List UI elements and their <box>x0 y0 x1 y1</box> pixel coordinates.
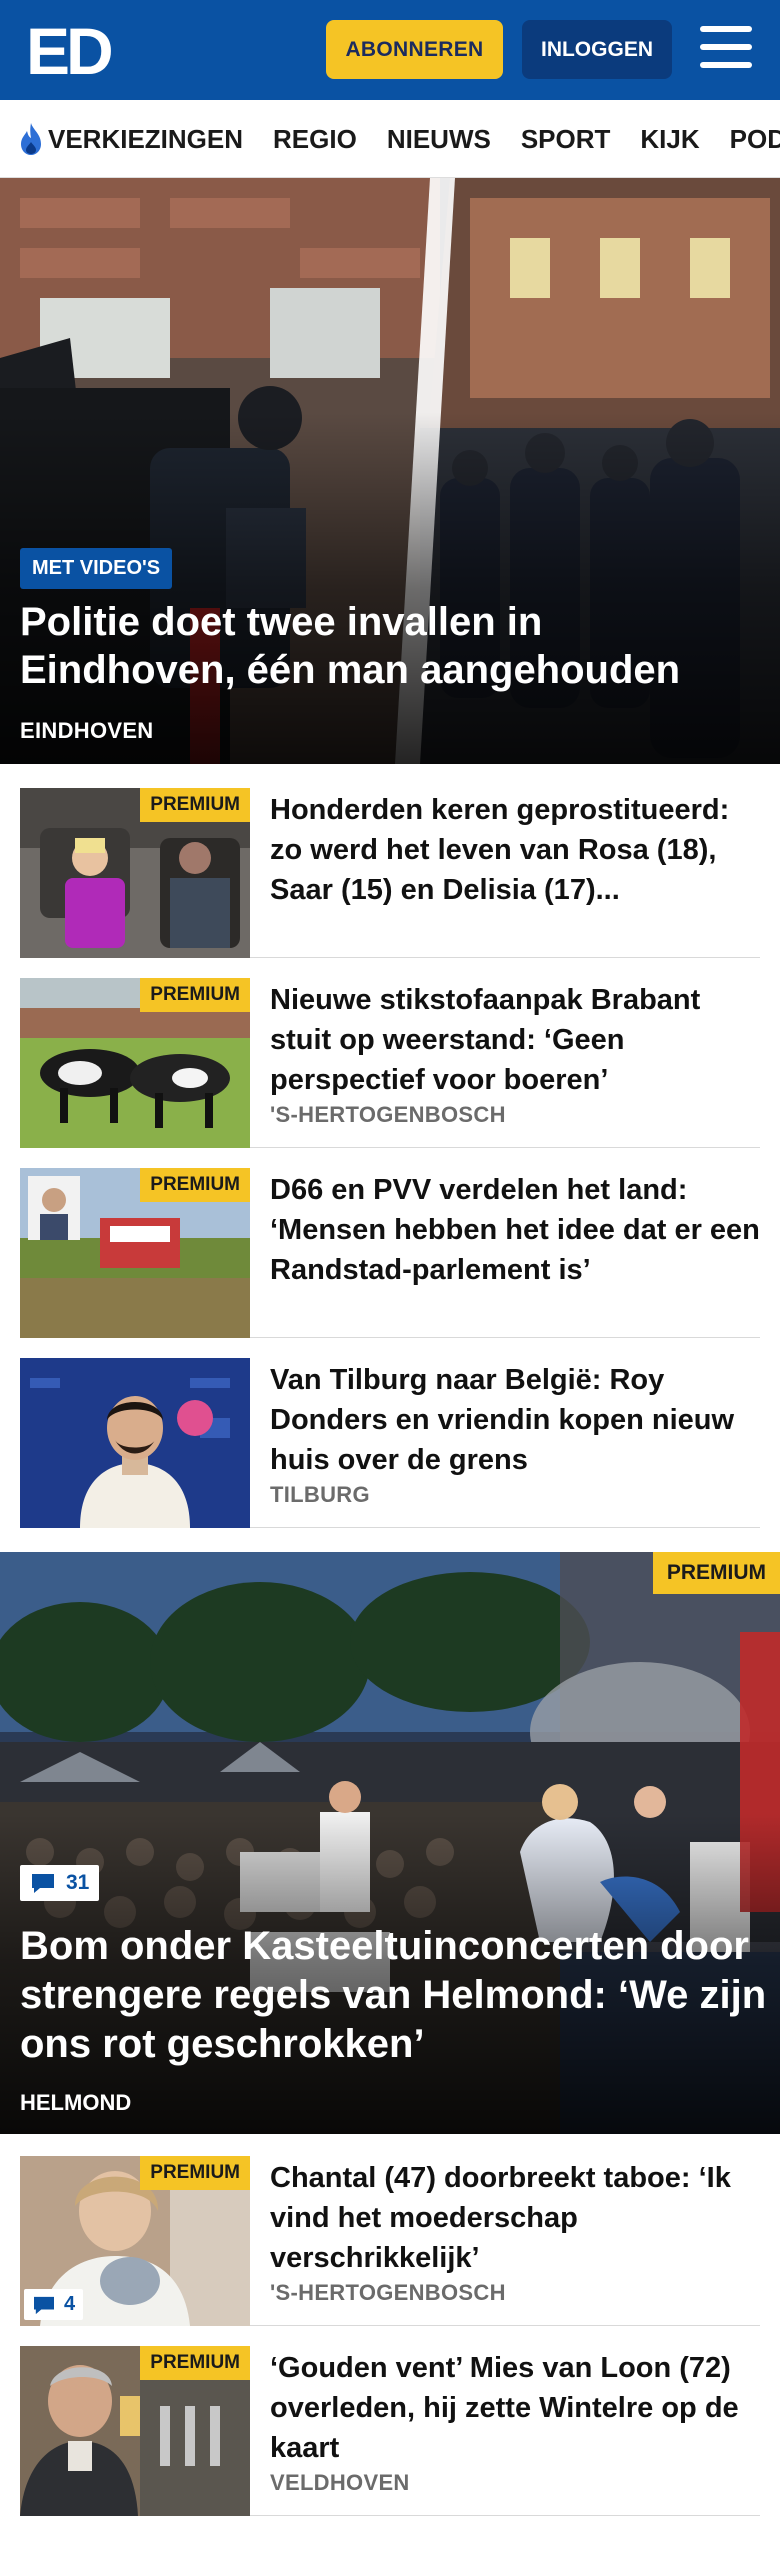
hero-article[interactable]: MET VIDEO'S Politie doet twee invallen i… <box>0 178 780 764</box>
list-item[interactable]: PREMIUM Nieuwe stikstofaanpak Brabant st… <box>20 958 760 1148</box>
article-location: TILBURG <box>270 1482 370 1507</box>
list-item[interactable]: PREMIUM ‘Gouden vent’ Mies van Loon (72)… <box>20 2326 760 2516</box>
article-title[interactable]: Van Tilburg naar België: Roy Donders en … <box>270 1360 760 1480</box>
premium-badge: PREMIUM <box>140 978 250 1012</box>
article-thumbnail: PREMIUM 4 <box>20 2156 250 2326</box>
section-nav: VERKIEZINGEN REGIO NIEUWS SPORT KIJK POD… <box>0 100 780 178</box>
premium-badge: PREMIUM <box>140 1168 250 1202</box>
list-item[interactable]: PREMIUM 4 Chantal (47) doorbreekt taboe:… <box>20 2136 760 2326</box>
nav-item-nieuws[interactable]: NIEUWS <box>387 124 491 155</box>
portrait-image <box>20 1358 250 1528</box>
premium-badge: PREMIUM <box>140 2346 250 2380</box>
list-item[interactable]: PREMIUM Honderden keren geprostitueerd: … <box>20 768 760 958</box>
article-title[interactable]: ‘Gouden vent’ Mies van Loon (72) overled… <box>270 2348 760 2468</box>
article-thumbnail: PREMIUM <box>20 2346 250 2516</box>
top-header: ED ABONNEREN INLOGGEN <box>0 0 780 100</box>
article-thumbnail: PREMIUM <box>20 978 250 1148</box>
nav-item-verkiezingen[interactable]: VERKIEZINGEN <box>18 122 243 156</box>
comment-count-badge[interactable]: 31 <box>20 1865 100 1901</box>
nav-item-podcast[interactable]: PODCAST <box>730 124 780 155</box>
flame-icon <box>21 123 41 155</box>
video-badge: MET VIDEO'S <box>20 548 173 589</box>
article-thumbnail <box>20 1358 250 1528</box>
article-location: VELDHOVEN <box>270 2470 410 2495</box>
list-item[interactable]: Van Tilburg naar België: Roy Donders en … <box>20 1338 760 1528</box>
article-thumbnail: PREMIUM <box>20 1168 250 1338</box>
hero-headline[interactable]: Politie doet twee invallen in Eindhoven,… <box>20 598 760 694</box>
login-button[interactable]: INLOGGEN <box>522 20 672 79</box>
comment-icon <box>34 2296 54 2314</box>
nav-item-sport[interactable]: SPORT <box>521 124 611 155</box>
article-title[interactable]: D66 en PVV verdelen het land: ‘Mensen he… <box>270 1170 760 1290</box>
featured-location: HELMOND <box>20 2090 132 2115</box>
list-item[interactable]: PREMIUM D66 en PVV verdelen het land: ‘M… <box>20 1148 760 1338</box>
premium-badge: PREMIUM <box>652 1552 780 1594</box>
svg-text:ED: ED <box>26 18 111 80</box>
article-title[interactable]: Nieuwe stikstofaanpak Brabant stuit op w… <box>270 980 760 1100</box>
hamburger-menu-icon[interactable] <box>700 26 752 72</box>
featured-article[interactable]: PREMIUM 31 Bom onder Kasteeltuinconcerte… <box>0 1552 780 2134</box>
comment-count-badge[interactable]: 4 <box>24 2289 84 2320</box>
premium-badge: PREMIUM <box>140 2156 250 2190</box>
article-title[interactable]: Chantal (47) doorbreekt taboe: ‘Ik vind … <box>270 2158 760 2278</box>
featured-headline[interactable]: Bom onder Kasteeltuinconcerten door stre… <box>20 1922 770 2069</box>
article-title[interactable]: Honderden keren geprostitueerd: zo werd … <box>270 790 760 910</box>
article-location: 'S-HERTOGENBOSCH <box>270 2280 506 2305</box>
subscribe-button[interactable]: ABONNEREN <box>326 20 503 79</box>
comment-icon <box>32 1874 54 1893</box>
article-thumbnail: PREMIUM <box>20 788 250 958</box>
ed-logo[interactable]: ED <box>26 18 116 80</box>
article-location: 'S-HERTOGENBOSCH <box>270 1102 506 1127</box>
nav-item-regio[interactable]: REGIO <box>273 124 357 155</box>
nav-item-kijk[interactable]: KIJK <box>640 124 699 155</box>
premium-badge: PREMIUM <box>140 788 250 822</box>
hero-location: EINDHOVEN <box>20 718 154 743</box>
